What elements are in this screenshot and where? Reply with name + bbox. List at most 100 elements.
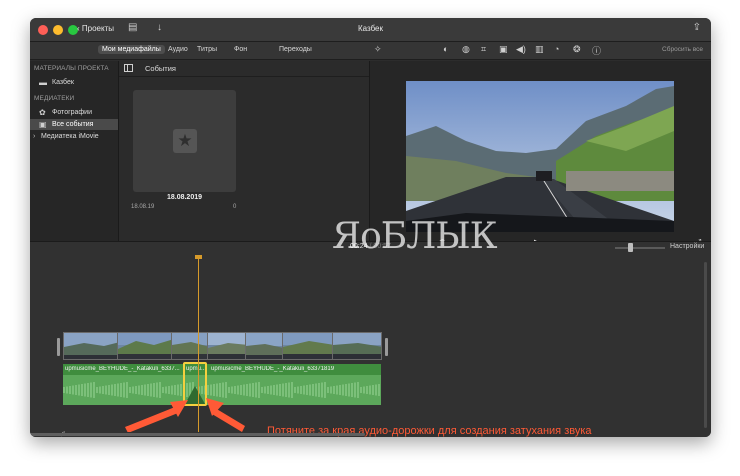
- playhead-handle[interactable]: [195, 255, 202, 259]
- waveform-bar: [312, 384, 314, 396]
- waveform-bar: [66, 386, 68, 394]
- sidebar-item-project[interactable]: ▬ Казбек: [30, 77, 118, 88]
- waveform-bar: [360, 387, 362, 393]
- tab-backgrounds[interactable]: Фон: [230, 45, 251, 54]
- sidebar-toggle-icon[interactable]: [124, 64, 133, 72]
- video-clip-frame[interactable]: [171, 332, 209, 360]
- waveform-bar: [357, 382, 359, 398]
- tab-titles[interactable]: Титры: [193, 45, 221, 54]
- sidebar-item-label: Казбек: [52, 79, 74, 86]
- waveform-bar: [270, 385, 272, 395]
- waveform-bar: [279, 384, 281, 396]
- magic-wand-icon[interactable]: ✧: [374, 44, 382, 55]
- waveform-bar: [72, 385, 74, 395]
- filter-icon[interactable]: ❂: [573, 44, 581, 55]
- waveform-bar: [87, 383, 89, 397]
- sidebar-item-all-events[interactable]: ▣ Все события: [30, 119, 118, 130]
- waveform-bar: [84, 383, 86, 397]
- video-clip-frame[interactable]: [207, 332, 247, 360]
- waveform-bar: [306, 385, 308, 395]
- waveform-bar: [321, 382, 323, 398]
- waveform-bar: [111, 384, 113, 396]
- reset-all-button[interactable]: Сбросить все: [662, 46, 703, 53]
- video-clip-frame[interactable]: [117, 332, 173, 360]
- sidebar-item-label: Медиатека iMovie: [41, 133, 99, 140]
- project-media-heading: МАТЕРИАЛЫ ПРОЕКТА: [34, 65, 109, 72]
- event-meta-date: 18.08.19: [131, 204, 155, 210]
- audio-clip-label: upmusicme_BEYHUDE_-_Katakuli_6337...: [65, 366, 180, 372]
- settings-button[interactable]: Настройки: [670, 243, 704, 250]
- waveform-bar: [288, 382, 290, 398]
- film-icon: ▬: [39, 78, 47, 87]
- sidebar-item-imovie-library[interactable]: › Медиатека iMovie: [30, 131, 118, 142]
- waveform-bar: [330, 386, 332, 394]
- waveform-bar: [342, 384, 344, 396]
- crop-icon[interactable]: ⌗: [481, 44, 486, 55]
- waveform-bar: [363, 386, 365, 394]
- event-thumbnail[interactable]: ★: [133, 90, 236, 192]
- speed-icon[interactable]: ◔: [554, 44, 559, 54]
- waveform-bar: [264, 386, 266, 394]
- info-icon[interactable]: ⓘ: [592, 44, 601, 57]
- library-sidebar: МАТЕРИАЛЫ ПРОЕКТА ▬ Казбек МЕДИАТЕКИ ✿ Ф…: [30, 61, 119, 241]
- video-clip-frame[interactable]: [63, 332, 119, 360]
- waveform-bar: [282, 383, 284, 397]
- browser-header: События: [119, 61, 369, 77]
- waveform-bar: [354, 382, 356, 398]
- waveform-bar: [366, 386, 368, 394]
- waveform-bar: [333, 386, 335, 394]
- video-clip-frame[interactable]: [332, 332, 382, 360]
- waveform-bar: [114, 384, 116, 396]
- waveform-bar: [117, 383, 119, 397]
- waveform-bar: [273, 385, 275, 395]
- media-browser: События ★ 18.08.2019 18.08.19 0: [119, 61, 369, 241]
- tab-my-media[interactable]: Мои медиафайлы: [98, 45, 165, 54]
- tab-transitions[interactable]: Переходы: [275, 45, 316, 54]
- clip-trim-handle-left[interactable]: [57, 338, 60, 356]
- events-icon: ▣: [39, 120, 47, 129]
- waveform-bar: [108, 385, 110, 395]
- sidebar-item-label: Фотографии: [52, 109, 93, 116]
- video-clip-frame[interactable]: [245, 332, 283, 360]
- tab-audio[interactable]: Аудио: [164, 45, 192, 54]
- equalizer-icon[interactable]: ▥: [535, 44, 544, 55]
- waveform-bar: [105, 385, 107, 395]
- stabilization-icon[interactable]: ▣: [499, 44, 508, 55]
- waveform-bar: [252, 383, 254, 397]
- sidebar-item-label: Все события: [52, 121, 94, 128]
- share-icon[interactable]: ⇪: [693, 22, 701, 33]
- waveform-bar: [369, 385, 371, 395]
- playhead[interactable]: [198, 256, 199, 432]
- color-correction-icon[interactable]: ◍: [462, 44, 470, 55]
- waveform-bar: [378, 384, 380, 396]
- video-viewer: 🎙 ⏮ ▶ ⏭ ⤢: [369, 61, 711, 249]
- waveform-bar: [372, 385, 374, 395]
- timeline: 00:24 / 00:57 Настройки upmusicme_BEYHUD…: [30, 241, 711, 437]
- waveform-bar: [63, 387, 65, 393]
- waveform-bar: [255, 382, 257, 398]
- clip-trim-handle-right[interactable]: [385, 338, 388, 356]
- waveform-bar: [351, 383, 353, 397]
- waveform-bar: [348, 383, 350, 397]
- waveform-bar: [300, 386, 302, 394]
- waveform-bar: [315, 383, 317, 397]
- zoom-slider-track[interactable]: [615, 247, 665, 249]
- waveform-bar: [309, 384, 311, 396]
- title-bar: ‹ Проекты ▤ ↓ Казбек ⇪: [30, 18, 711, 42]
- sidebar-item-photos[interactable]: ✿ Фотографии: [30, 107, 118, 118]
- horizontal-scrollbar[interactable]: [30, 433, 365, 436]
- vertical-scrollbar[interactable]: [704, 262, 707, 428]
- video-preview[interactable]: [406, 81, 674, 232]
- video-clip-frame[interactable]: [282, 332, 334, 360]
- audio-clip-label: upmusicme_BEYHUDE_-_Katakuli_63371819: [211, 366, 335, 372]
- event-meta-count: 0: [233, 204, 237, 210]
- volume-icon[interactable]: ◀): [516, 44, 526, 55]
- waveform-bar: [318, 383, 320, 397]
- window-title: Казбек: [357, 24, 384, 33]
- waveform-bar: [303, 385, 305, 395]
- waveform-bar: [69, 386, 71, 394]
- color-balance-icon[interactable]: ◐: [443, 44, 448, 54]
- zoom-slider-knob[interactable]: [628, 243, 633, 252]
- events-title: События: [145, 64, 176, 73]
- waveform-bar: [81, 384, 83, 396]
